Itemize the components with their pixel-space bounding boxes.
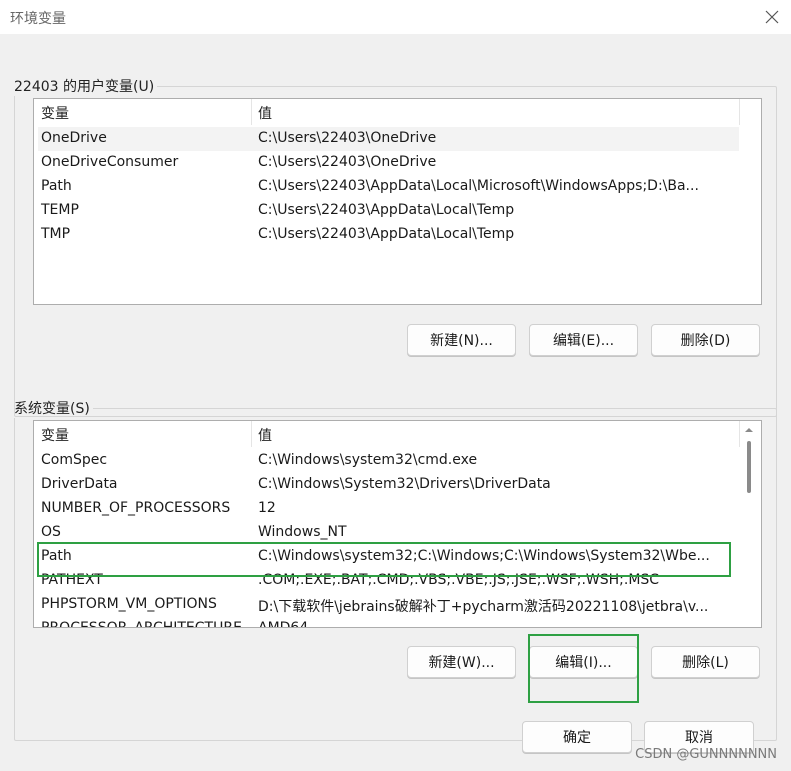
list-item[interactable]: Path C:\Windows\system32;C:\Windows;C:\W… bbox=[38, 545, 739, 569]
variable-name: Path bbox=[41, 178, 72, 194]
list-item[interactable]: OneDrive C:\Users\22403\OneDrive bbox=[38, 127, 739, 151]
variable-name: NUMBER_OF_PROCESSORS bbox=[41, 500, 231, 516]
watermark: CSDN @GUNNNNNNN bbox=[635, 747, 777, 762]
variable-name: TMP bbox=[41, 226, 71, 242]
column-header-variable[interactable]: 变量 bbox=[41, 425, 69, 445]
column-header-value[interactable]: 值 bbox=[258, 103, 272, 123]
variable-value: C:\Windows\system32\cmd.exe bbox=[258, 452, 478, 468]
list-item[interactable]: ComSpec C:\Windows\system32\cmd.exe bbox=[38, 449, 739, 473]
scrollbar-thumb[interactable] bbox=[747, 441, 751, 493]
user-variables-list[interactable]: 变量 值 OneDrive C:\Users\22403\OneDrive On… bbox=[33, 98, 762, 305]
variable-name: ComSpec bbox=[41, 452, 108, 468]
user-delete-button[interactable]: 删除(D) bbox=[651, 324, 760, 356]
column-header-variable[interactable]: 变量 bbox=[41, 103, 69, 123]
list-item[interactable]: TMP C:\Users\22403\AppData\Local\Temp bbox=[38, 223, 739, 247]
variable-value: .COM;.EXE;.BAT;.CMD;.VBS;.VBE;.JS;.JSE;.… bbox=[258, 572, 660, 588]
variable-name: Path bbox=[41, 548, 72, 564]
variable-value: C:\Windows\system32;C:\Windows;C:\Window… bbox=[258, 548, 710, 564]
close-icon[interactable] bbox=[757, 0, 787, 34]
system-variables-list[interactable]: 变量 值 ComSpec C:\Windows\system32\cmd.exe… bbox=[33, 420, 762, 628]
variable-value: C:\Users\22403\OneDrive bbox=[258, 154, 437, 170]
variable-name: OneDriveConsumer bbox=[41, 154, 179, 170]
list-header: 变量 值 bbox=[34, 421, 761, 447]
list-item[interactable]: DriverData C:\Windows\System32\Drivers\D… bbox=[38, 473, 739, 497]
list-item[interactable]: Path C:\Users\22403\AppData\Local\Micros… bbox=[38, 175, 739, 199]
system-variables-legend: 系统变量(S) bbox=[14, 401, 90, 417]
ok-button[interactable]: 确定 bbox=[522, 721, 632, 753]
list-item[interactable]: OneDriveConsumer C:\Users\22403\OneDrive bbox=[38, 151, 739, 175]
list-header: 变量 值 bbox=[34, 99, 761, 125]
list-item[interactable]: TEMP C:\Users\22403\AppData\Local\Temp bbox=[38, 199, 739, 223]
variable-name: OS bbox=[41, 524, 61, 540]
titlebar: 环境变量 bbox=[0, 0, 791, 34]
scroll-up-icon[interactable] bbox=[743, 423, 755, 433]
variable-value: C:\Users\22403\OneDrive bbox=[258, 130, 437, 146]
dialog-body: 22403 的用户变量(U) 变量 值 OneDrive C:\Users\22… bbox=[0, 34, 791, 771]
variable-name: OneDrive bbox=[41, 130, 107, 146]
column-header-value[interactable]: 值 bbox=[258, 425, 272, 445]
variable-name: DriverData bbox=[41, 476, 118, 492]
user-variables-legend: 22403 的用户变量(U) bbox=[14, 79, 155, 95]
variable-value: C:\Users\22403\AppData\Local\Temp bbox=[258, 202, 515, 218]
variable-value: AMD64 bbox=[258, 620, 309, 628]
user-new-button[interactable]: 新建(N)... bbox=[407, 324, 516, 356]
system-delete-button[interactable]: 删除(L) bbox=[651, 646, 760, 678]
list-item[interactable]: PROCESSOR_ARCHITECTURE AMD64 bbox=[38, 617, 739, 628]
variable-name: PATHEXT bbox=[41, 572, 103, 588]
system-edit-button[interactable]: 编辑(I)... bbox=[529, 646, 638, 678]
list-item[interactable]: OS Windows_NT bbox=[38, 521, 739, 545]
variable-value: Windows_NT bbox=[258, 524, 347, 540]
list-item[interactable]: NUMBER_OF_PROCESSORS 12 bbox=[38, 497, 739, 521]
variable-value: C:\Users\22403\AppData\Local\Temp bbox=[258, 226, 515, 242]
user-edit-button[interactable]: 编辑(E)... bbox=[529, 324, 638, 356]
system-new-button[interactable]: 新建(W)... bbox=[407, 646, 516, 678]
list-item[interactable]: PATHEXT .COM;.EXE;.BAT;.CMD;.VBS;.VBE;.J… bbox=[38, 569, 739, 593]
variable-value: D:\下载软件\jebrains破解补丁+pycharm激活码20221108\… bbox=[258, 599, 709, 615]
variable-name: PHPSTORM_VM_OPTIONS bbox=[41, 596, 217, 612]
variable-value: C:\Windows\System32\Drivers\DriverData bbox=[258, 476, 551, 492]
window-title: 环境变量 bbox=[10, 11, 66, 27]
variable-value: C:\Users\22403\AppData\Local\Microsoft\W… bbox=[258, 178, 699, 194]
list-item[interactable]: PHPSTORM_VM_OPTIONS D:\下载软件\jebrains破解补丁… bbox=[38, 593, 739, 617]
variable-name: PROCESSOR_ARCHITECTURE bbox=[41, 620, 242, 628]
variable-value: 12 bbox=[258, 500, 276, 516]
variable-name: TEMP bbox=[41, 202, 79, 218]
